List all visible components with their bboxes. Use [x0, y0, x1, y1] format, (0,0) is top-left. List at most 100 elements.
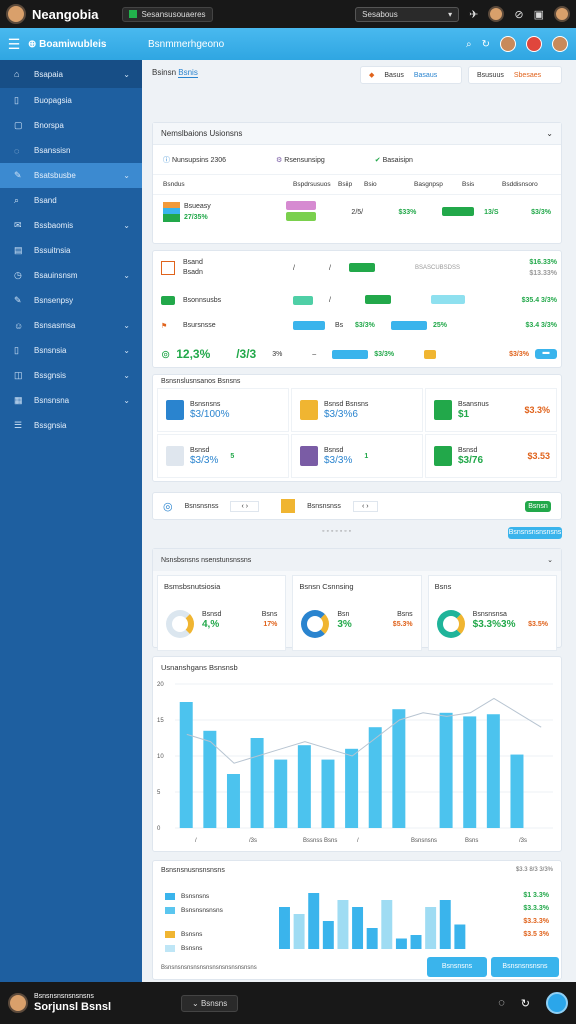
sidebar-item[interactable]: ▤ Bssuitnsia [0, 238, 142, 263]
filter-chip[interactable]: ✔ Basaisipn [375, 156, 413, 164]
list-item[interactable]: ⚑ Bsursnsse Bs $3/3% 25% $3.4 3/3% [161, 321, 557, 330]
filter-button[interactable]: ◆ Basus Basaus [360, 66, 462, 84]
avatar[interactable] [6, 4, 26, 24]
column-header[interactable]: Basgnpsp [414, 181, 462, 188]
settings-icon[interactable]: ◌ [498, 997, 505, 1009]
stepper[interactable]: ‹ › [352, 500, 378, 512]
header-avatar-2[interactable] [552, 36, 568, 52]
sidebar-item[interactable]: ▢ Bnorspa [0, 113, 142, 138]
sort-button[interactable]: Bsusuus Sbesaes [468, 66, 562, 84]
bottom-avatar[interactable] [8, 993, 28, 1013]
bar[interactable] [486, 714, 500, 828]
stat-tile[interactable]: Bsnsd $3/3% 1 [291, 434, 423, 478]
column-header[interactable]: Bsddisnsoro [502, 181, 538, 188]
user-avatar[interactable] [488, 6, 505, 22]
secondary-action-button[interactable]: Bsnsnsns [427, 957, 487, 977]
stepper[interactable]: ‹ › [230, 500, 260, 512]
column-header[interactable]: Bsio [364, 181, 414, 188]
stat-tile[interactable]: Bsnsd $3/76 $3.53 [425, 434, 557, 478]
sidebar-item[interactable]: ⌕ Bsand [0, 188, 142, 213]
chevron-down-icon[interactable]: ⌄ [546, 129, 553, 138]
action-button[interactable]: Bsnsnsnsnsnsns [508, 527, 562, 539]
sidebar-item[interactable]: ◌ Bsanssisn [0, 138, 142, 163]
stat-tile[interactable]: Bsnsnsns $3/100% [157, 388, 289, 432]
sidebar-item[interactable]: ▦ Bsnsnsna ⌄ [0, 388, 142, 413]
legend-item[interactable]: Bsnsnsnsnsns [165, 903, 265, 917]
notification-icon[interactable]: ▣ [534, 8, 544, 21]
bar[interactable] [345, 748, 359, 828]
distribution-bar[interactable] [410, 935, 422, 949]
bar[interactable] [439, 712, 453, 828]
workspace-select[interactable]: Sesabous ▾ [355, 6, 460, 22]
filter-chip[interactable]: ⚙ Rsensunsipg [276, 156, 325, 164]
sidebar-item[interactable]: ◷ Bsauinsnsm ⌄ [0, 263, 142, 288]
sidebar-item[interactable]: ☰ Bssgnsia [0, 413, 142, 438]
header-badge[interactable] [526, 36, 542, 52]
primary-action-button[interactable]: Bsnsnsnsnsns [491, 957, 559, 977]
bottom-pill[interactable]: ⌄ Bsnsns [181, 994, 239, 1012]
sidebar-item[interactable]: ✎ Bsatsbusbe ⌄ [0, 163, 142, 188]
bar[interactable] [463, 716, 477, 828]
distribution-bar[interactable] [352, 907, 364, 949]
kpi-card[interactable]: Bsns Bsnsnsnsa $3.3%3% $3.5% [427, 575, 557, 651]
nav-icon[interactable]: ✈ [469, 8, 478, 21]
sidebar-item[interactable]: ✉ Bssbaomis ⌄ [0, 213, 142, 238]
column-header[interactable]: Bspdrsusuos [293, 181, 338, 188]
breadcrumb-current[interactable]: Bsnis [178, 68, 198, 78]
refresh-icon[interactable]: ↻ [482, 39, 490, 50]
chevron-down-icon[interactable]: ⌄ [547, 556, 553, 564]
stat-tile[interactable]: Bsnsd Bsnsns $3/3%6 [291, 388, 423, 432]
filter-chip[interactable]: ⓘ Nunsupsins 2306 [163, 155, 226, 165]
bar[interactable] [179, 702, 193, 828]
sidebar-item[interactable]: ⌂ Bsapaia ⌄ [0, 60, 142, 88]
list-item[interactable]: Bsonnsusbs / $35.4 3/3% [161, 295, 557, 306]
search-icon[interactable]: ⌕ [466, 39, 472, 50]
bar[interactable] [392, 709, 406, 828]
distribution-bar[interactable] [293, 914, 305, 949]
distribution-bar[interactable] [425, 907, 437, 949]
header-avatar[interactable] [500, 36, 516, 52]
profile-avatar[interactable] [554, 6, 570, 22]
distribution-bar[interactable] [381, 900, 393, 949]
legend-item[interactable]: Bsnsns [165, 941, 265, 955]
refresh-icon[interactable]: ↻ [521, 997, 530, 1010]
ring-icon[interactable]: ⊘ [514, 8, 523, 21]
bar[interactable] [297, 745, 311, 828]
stat-tile[interactable]: Bsnsd $3/3% 5 [157, 434, 289, 478]
list-item[interactable]: ⊚ 12,3% /3/3 3% – $3/3% $3/3% ▬ [161, 347, 557, 361]
bar[interactable] [274, 759, 288, 828]
list-item[interactable]: Bsand Bsadn / / BSASCUBSDSS $16.33% $13.33… [161, 257, 557, 279]
menu-icon[interactable]: ☰ [0, 36, 28, 53]
sidebar-item[interactable]: ☺ Bsnsasmsa ⌄ [0, 313, 142, 338]
distribution-bar[interactable] [308, 893, 320, 949]
column-header[interactable]: Bsis [462, 181, 502, 188]
row-action-button[interactable]: ▬ [535, 349, 557, 359]
status-pill[interactable]: Sesansusouaeres [122, 6, 213, 22]
bar[interactable] [226, 774, 240, 828]
legend-item[interactable]: Bsnsnsns [165, 889, 265, 903]
bar[interactable] [510, 754, 524, 828]
legend-item[interactable]: Bsnsns [165, 927, 265, 941]
sidebar-item[interactable]: ▯ Bsnsnsia ⌄ [0, 338, 142, 363]
distribution-bar[interactable] [454, 924, 466, 950]
breadcrumb-item[interactable]: Bsinsn [152, 68, 176, 77]
sidebar-item[interactable]: ▯ Buopagsia [0, 88, 142, 113]
distribution-bar[interactable] [322, 921, 334, 949]
column-header[interactable]: Bsndus [163, 181, 293, 188]
kpi-card[interactable]: Bsnsn Csnnsing Bsn 3% Bsns $5.3% [292, 575, 422, 651]
stat-tile[interactable]: Bsansnus $1 $3.3% [425, 388, 557, 432]
apply-button[interactable]: Bsnsn [525, 500, 551, 512]
distribution-bar[interactable] [337, 900, 349, 949]
kpi-card[interactable]: Bsmsbsnutsiosia Bsnsd 4,% Bsns 17% [157, 575, 287, 651]
bar[interactable] [250, 738, 264, 828]
distribution-bar[interactable] [439, 900, 451, 949]
distribution-bar[interactable] [395, 938, 407, 950]
distribution-bar[interactable] [366, 928, 378, 949]
bar[interactable] [321, 759, 335, 828]
sidebar-item[interactable]: ◫ Bssgnsis ⌄ [0, 363, 142, 388]
distribution-bar[interactable] [279, 907, 290, 949]
primary-fab[interactable] [546, 992, 568, 1014]
pager[interactable]: ◦ ◦ ◦ ◦ ◦ ◦ ◦ [322, 528, 351, 535]
column-header[interactable]: Bsiip [338, 181, 364, 188]
table-row[interactable]: Bsueasy 27/35% 2/5/ $33% 13/S $3/3% [153, 195, 561, 229]
